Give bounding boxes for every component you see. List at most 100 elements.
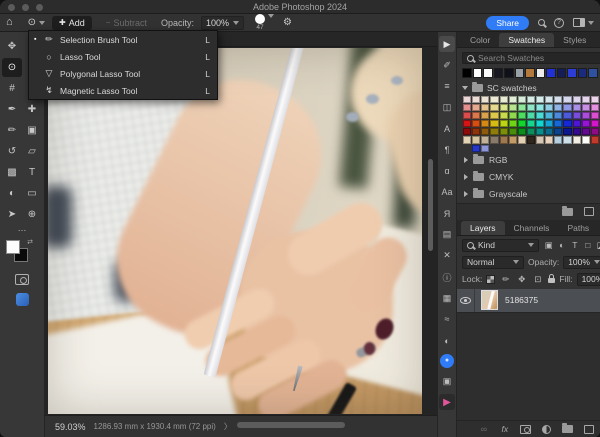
swatch-cell[interactable] [591, 128, 599, 135]
swatch-cell[interactable] [527, 120, 535, 127]
flyout-item-selection-brush-tool[interactable]: ▪✏Selection Brush ToolL [29, 31, 217, 48]
notes-icon[interactable]: ▤ [439, 227, 455, 243]
selection-brush-tool[interactable]: ⊙ [2, 58, 22, 77]
filter-pixel-layers-icon[interactable]: ▣ [543, 240, 554, 251]
recent-swatch[interactable] [483, 68, 493, 78]
opacity-dropdown[interactable]: 100% [201, 16, 244, 30]
expand-panels-icon[interactable]: ▶ [439, 36, 455, 52]
recent-swatch[interactable] [515, 68, 525, 78]
swatch-cell[interactable] [500, 120, 508, 127]
horizontal-scrollbar[interactable] [237, 422, 345, 428]
traffic-lights[interactable] [8, 4, 43, 11]
recent-swatch[interactable] [578, 68, 588, 78]
swatch-cell[interactable] [591, 136, 599, 143]
swatch-cell[interactable] [563, 128, 571, 135]
swatch-cell[interactable] [463, 120, 471, 127]
minimize-window-button[interactable] [22, 4, 29, 11]
clone-source-icon[interactable]: ≡ [439, 78, 455, 94]
new-swatch-button[interactable] [583, 207, 594, 216]
swatch-cell[interactable] [563, 136, 571, 143]
swatch-cell[interactable] [500, 104, 508, 111]
layer-visibility-cell[interactable] [457, 289, 475, 312]
swatch-cell[interactable] [509, 104, 517, 111]
photo-canvas[interactable] [48, 48, 422, 414]
flyout-item-polygonal-lasso-tool[interactable]: ▽Polygonal Lasso ToolL [29, 65, 217, 82]
character-styles-icon[interactable]: Aa [439, 184, 455, 200]
swatch-cell[interactable] [463, 96, 471, 103]
swatch-cell[interactable] [509, 136, 517, 143]
recent-swatch[interactable] [557, 68, 567, 78]
swatch-cell[interactable] [527, 112, 535, 119]
swatch-cell[interactable] [490, 96, 498, 103]
swatch-cell[interactable] [573, 120, 581, 127]
clone-stamp-tool[interactable]: ▣ [22, 121, 42, 140]
path-select-tool[interactable]: ➤ [2, 205, 22, 224]
move-tool[interactable]: ✥ [2, 37, 22, 56]
swatch-cell[interactable] [582, 136, 590, 143]
swatch-cell[interactable] [591, 112, 599, 119]
swatch-cell[interactable] [481, 145, 489, 152]
swatch-cell[interactable] [481, 128, 489, 135]
swatch-cell[interactable] [591, 120, 599, 127]
layer-filter-kind-dropdown[interactable]: Kind [462, 239, 539, 252]
swatch-cell[interactable] [518, 128, 526, 135]
swatch-cell[interactable] [490, 120, 498, 127]
filter-smart-objects-icon[interactable]: ◪ [595, 240, 600, 251]
healing-brush-tool[interactable]: ✚ [22, 100, 42, 119]
comments-icon[interactable]: ● [440, 354, 454, 368]
swatch-cell[interactable] [582, 104, 590, 111]
swatch-cell[interactable] [545, 128, 553, 135]
recent-swatch[interactable] [546, 68, 556, 78]
new-group-button[interactable] [562, 425, 573, 433]
swatch-cell[interactable] [582, 128, 590, 135]
swatch-cell[interactable] [472, 136, 480, 143]
swatch-cell[interactable] [573, 96, 581, 103]
quick-mask-button[interactable] [15, 274, 29, 285]
brush-tool[interactable]: ✏ [2, 121, 22, 140]
swatch-cell[interactable] [481, 136, 489, 143]
swatch-cell[interactable] [554, 96, 562, 103]
swatch-cell[interactable] [472, 112, 480, 119]
tab-swatches[interactable]: Swatches [499, 33, 554, 47]
eyedropper-tool[interactable]: ✒ [2, 100, 22, 119]
swatch-cell[interactable] [554, 112, 562, 119]
layers-opacity-dropdown[interactable]: 100% [563, 256, 600, 269]
close-window-button[interactable] [8, 4, 15, 11]
adjustments-icon[interactable]: ◐ [439, 333, 455, 349]
swatch-cell[interactable] [463, 112, 471, 119]
properties-icon[interactable]: ≈ [439, 311, 455, 327]
swatch-cell[interactable] [463, 104, 471, 111]
swatch-cell[interactable] [527, 128, 535, 135]
swatch-cell[interactable] [463, 128, 471, 135]
search-icon[interactable] [538, 19, 545, 26]
swatch-cell[interactable] [573, 104, 581, 111]
swatch-cell[interactable] [500, 96, 508, 103]
vertical-scrollbar[interactable] [428, 159, 433, 251]
fill-dropdown[interactable]: 100% [577, 273, 600, 286]
recent-swatch[interactable] [473, 68, 483, 78]
search-swatches-input[interactable]: Search Swatches [462, 52, 600, 64]
swatch-cell[interactable] [545, 120, 553, 127]
tab-styles[interactable]: Styles [554, 33, 595, 47]
swatch-cell[interactable] [463, 136, 471, 143]
zoom-level-field[interactable]: 59.03% [55, 422, 86, 432]
swatch-folder-grayscale[interactable]: Grayscale [457, 186, 600, 203]
swatch-cell[interactable] [481, 112, 489, 119]
paragraph-styles-icon[interactable]: Я [439, 206, 455, 222]
zoom-window-button[interactable] [36, 4, 43, 11]
swatch-cell[interactable] [554, 120, 562, 127]
tab-layers[interactable]: Layers [461, 221, 505, 235]
swatch-cell[interactable] [536, 136, 544, 143]
swatch-cell[interactable] [536, 96, 544, 103]
swatch-cell[interactable] [518, 112, 526, 119]
swatch-cell[interactable] [527, 136, 535, 143]
swatch-cell[interactable] [545, 112, 553, 119]
swatch-folder-rgb[interactable]: RGB [457, 152, 600, 169]
recent-swatch[interactable] [588, 68, 598, 78]
gradient-tool[interactable]: ▩ [2, 163, 22, 182]
flyout-item-magnetic-lasso-tool[interactable]: ↯Magnetic Lasso ToolL [29, 82, 217, 99]
swatch-cell[interactable] [500, 128, 508, 135]
link-layers-button[interactable]: ∞ [478, 424, 489, 434]
lock-pixels-icon[interactable]: ✏ [500, 274, 511, 285]
add-mask-button[interactable] [520, 425, 531, 434]
